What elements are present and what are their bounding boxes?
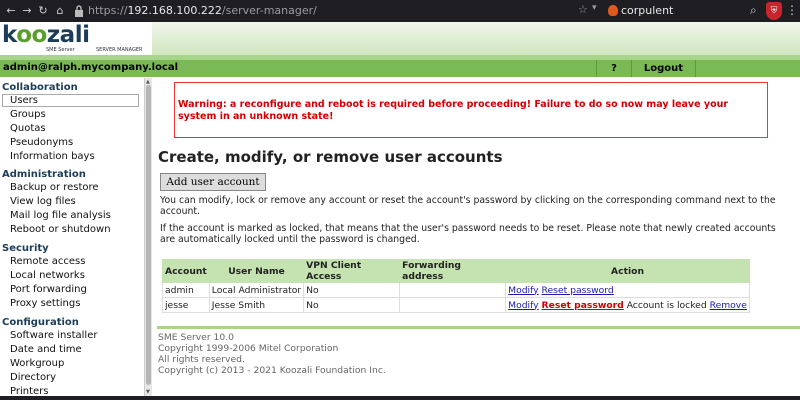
sidebar-item-reboot-shutdown[interactable]: Reboot or shutdown — [10, 224, 111, 235]
browser-toolbar: ← → ↻ ⌂ https://192.168.100.222/server-m… — [0, 0, 800, 22]
cell-account: jesse — [162, 297, 210, 313]
cell-vpn: No — [303, 282, 401, 298]
page-title: Create, modify, or remove user accounts — [158, 148, 503, 166]
modify-link[interactable]: Modify — [508, 285, 538, 296]
sidebar-item-quotas[interactable]: Quotas — [10, 123, 46, 134]
url-path: /server-manager/ — [221, 4, 317, 17]
table-row: jesse Jesse Smith No Modify Reset passwo… — [162, 297, 750, 313]
footer-divider — [157, 326, 800, 329]
reload-icon[interactable]: ↻ — [36, 3, 50, 19]
sidebar-item-workgroup[interactable]: Workgroup — [10, 358, 64, 369]
address-bar[interactable]: https://192.168.100.222/server-manager/ — [88, 4, 317, 18]
reset-password-link[interactable]: Reset password — [542, 285, 614, 296]
footer-version: SME Server 10.0 — [158, 332, 234, 343]
main-content: Warning: a reconfigure and reboot is req… — [152, 78, 800, 400]
logo-subtitle: SME Server — [46, 47, 75, 53]
home-icon[interactable]: ⌂ — [53, 3, 67, 19]
user-bar: admin@ralph.mycompany.local ? Logout — [0, 60, 800, 77]
accounts-table: Account User Name VPN Client Access Forw… — [162, 259, 750, 313]
sidebar-item-backup-restore[interactable]: Backup or restore — [10, 182, 99, 193]
footer-copyright-koozali: Copyright (c) 2013 - 2021 Koozali Founda… — [158, 365, 386, 376]
logo-subtitle-2: SERVER MANAGER — [96, 47, 143, 53]
add-user-button[interactable]: Add user account — [160, 173, 266, 191]
header-action: Action — [505, 259, 750, 283]
sidebar-item-users[interactable]: Users — [2, 94, 139, 107]
nav-heading-security: Security — [2, 243, 49, 254]
warning-message: Warning: a reconfigure and reboot is req… — [178, 99, 729, 122]
cell-forwarding — [399, 282, 507, 298]
sidebar-item-proxy-settings[interactable]: Proxy settings — [10, 298, 80, 309]
footer: SME Server 10.0 Copyright 1999-2006 Mite… — [158, 332, 386, 376]
header-user-name: User Name — [208, 259, 305, 283]
sidebar-item-mail-log-analysis[interactable]: Mail log file analysis — [10, 210, 111, 221]
logo-text-oo: oo — [16, 22, 47, 48]
header-vpn: VPN Client Access — [303, 259, 401, 283]
logo-text-post: zali — [46, 22, 90, 48]
logo-text-pre: k — [2, 22, 17, 48]
sidebar-item-pseudonyms[interactable]: Pseudonyms — [10, 137, 73, 148]
menu-icon[interactable]: ⋮ — [786, 3, 798, 17]
cell-user-name: Jesse Smith — [208, 297, 305, 313]
cell-forwarding — [399, 297, 507, 313]
nav-heading-collaboration: Collaboration — [2, 82, 78, 93]
footer-rights: All rights reserved. — [158, 354, 245, 365]
sidebar-item-local-networks[interactable]: Local networks — [10, 270, 85, 281]
account-locked-status: Account is locked — [626, 299, 707, 311]
cell-user-name: Local Administrator — [208, 282, 305, 298]
search-box-text[interactable]: corpulent — [621, 4, 673, 18]
url-scheme: https:// — [88, 4, 128, 17]
dropdown-icon[interactable]: ▾ — [592, 3, 597, 13]
scroll-down-icon[interactable]: ▼ — [146, 389, 150, 395]
search-engine-icon — [608, 5, 618, 16]
footer-copyright-mitel: Copyright 1999-2006 Mitel Corporation — [158, 343, 339, 354]
cell-vpn: No — [303, 297, 401, 313]
back-icon[interactable]: ← — [4, 3, 18, 19]
nav-heading-administration: Administration — [2, 169, 86, 180]
cell-account: admin — [162, 282, 210, 298]
cell-action: Modify Reset password Account is locked … — [505, 297, 750, 313]
sidebar-item-remote-access[interactable]: Remote access — [10, 256, 85, 267]
lock-icon[interactable] — [74, 4, 84, 18]
sidebar-item-software-installer[interactable]: Software installer — [10, 330, 97, 341]
table-header-row: Account User Name VPN Client Access Forw… — [162, 259, 750, 283]
logout-link[interactable]: Logout — [632, 60, 696, 77]
reset-password-link[interactable]: Reset password — [542, 300, 624, 311]
sidebar-item-date-time[interactable]: Date and time — [10, 344, 82, 355]
star-icon[interactable]: ☆ — [578, 3, 588, 16]
sidebar-item-groups[interactable]: Groups — [10, 109, 46, 120]
bottom-status-bar — [0, 396, 800, 400]
ublock-icon[interactable]: ⛨ — [766, 2, 782, 20]
sidebar-item-information-bays[interactable]: Information bays — [10, 151, 95, 162]
sidebar-item-port-forwarding[interactable]: Port forwarding — [10, 284, 87, 295]
help-text-1: You can modify, lock or remove any accou… — [160, 195, 776, 217]
url-host: 192.168.100.222 — [127, 4, 222, 17]
forward-icon[interactable]: → — [20, 3, 34, 19]
help-link[interactable]: ? — [596, 60, 632, 77]
remove-link[interactable]: Remove — [710, 300, 747, 311]
cell-action: Modify Reset password — [505, 282, 750, 298]
warning-box: Warning: a reconfigure and reboot is req… — [174, 82, 768, 138]
table-row: admin Local Administrator No Modify Rese… — [162, 282, 750, 298]
header: koozali SME Server SERVER MANAGER — [0, 22, 800, 60]
header-account: Account — [162, 259, 210, 283]
sidebar: Collaboration Users Groups Quotas Pseudo… — [0, 78, 145, 400]
search-icon[interactable]: ⌕ — [750, 3, 757, 18]
help-text-2: If the account is marked as locked, that… — [160, 223, 776, 245]
header-forwarding: Forwarding address — [399, 259, 507, 283]
nav-heading-configuration: Configuration — [2, 317, 79, 328]
header-banner — [152, 22, 800, 55]
scrollbar-thumb[interactable] — [146, 85, 151, 385]
sidebar-item-directory[interactable]: Directory — [10, 372, 56, 383]
modify-link[interactable]: Modify — [508, 300, 538, 311]
sidebar-item-view-log-files[interactable]: View log files — [10, 196, 76, 207]
current-user: admin@ralph.mycompany.local — [3, 62, 179, 73]
